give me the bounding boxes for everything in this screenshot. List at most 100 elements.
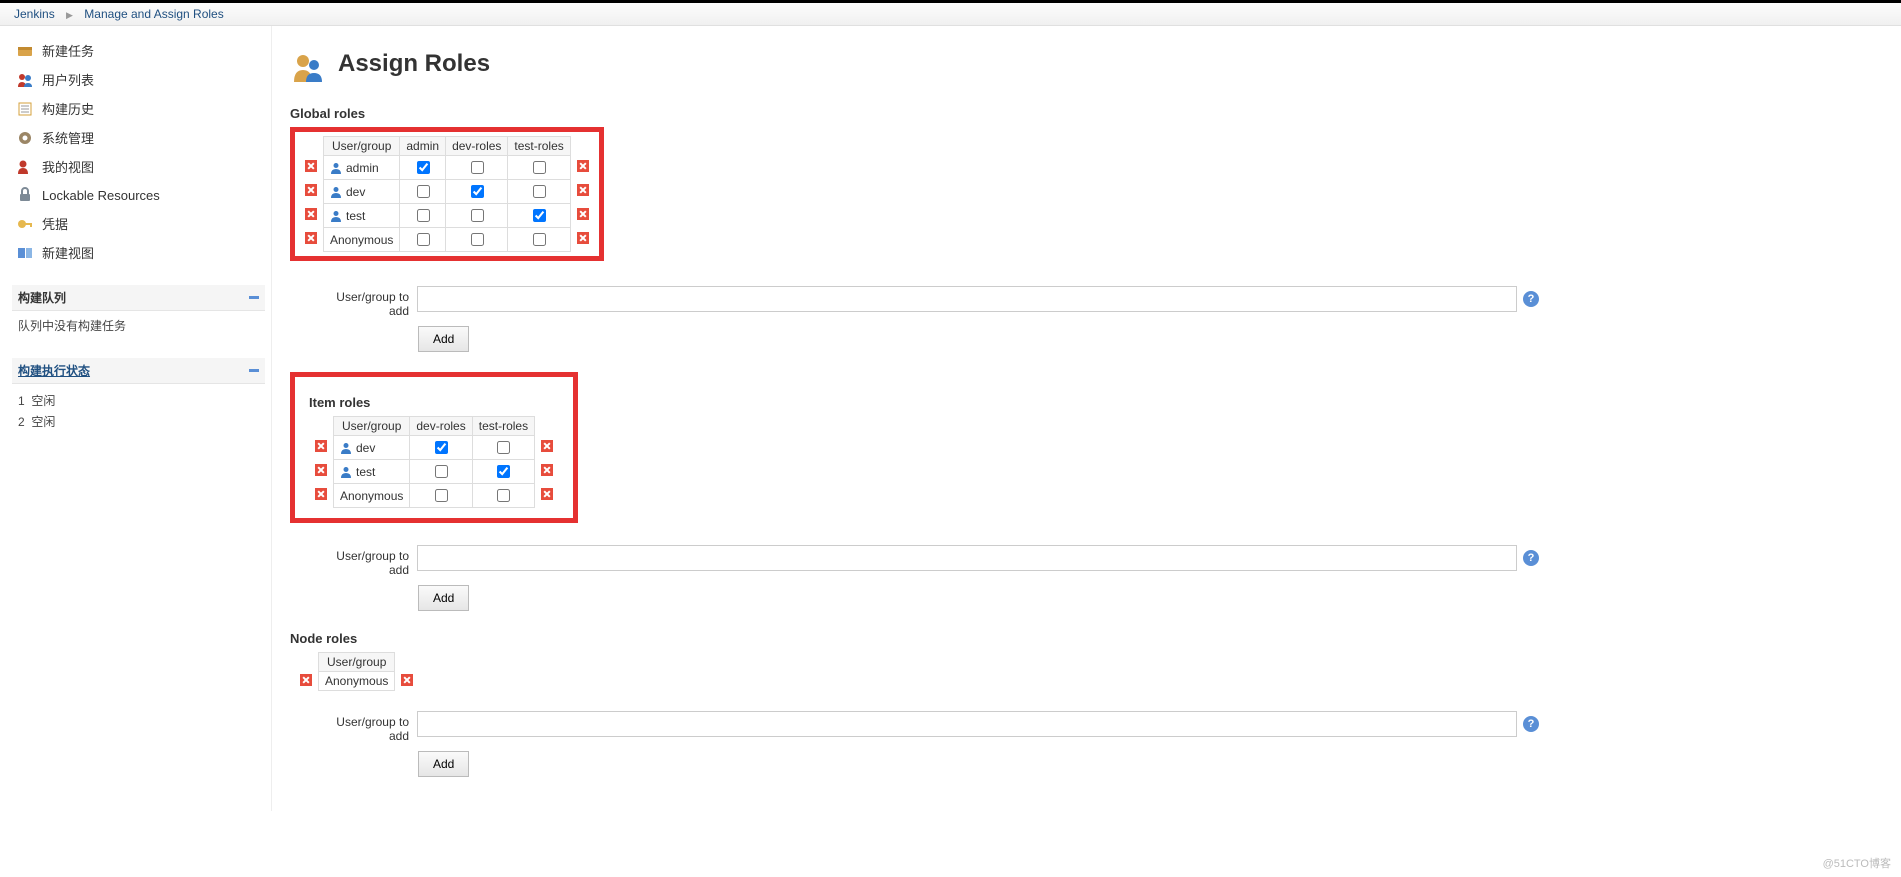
delete-row-icon[interactable] <box>577 160 589 172</box>
delete-row-icon[interactable] <box>315 488 327 500</box>
role-checkbox[interactable] <box>533 161 546 174</box>
executor-row: 2 空闲 <box>18 411 259 432</box>
help-icon[interactable]: ? <box>1523 550 1539 566</box>
executor-status-title[interactable]: 构建执行状态 <box>18 362 90 379</box>
breadcrumbs: Jenkins ▶ Manage and Assign Roles <box>0 3 1901 26</box>
col-role: dev-roles <box>410 417 472 436</box>
user-icon <box>330 162 342 174</box>
item-add-input[interactable] <box>417 545 1517 571</box>
col-role: test-roles <box>472 417 534 436</box>
help-icon[interactable]: ? <box>1523 716 1539 732</box>
table-row: Anonymous <box>299 228 595 252</box>
global-roles-highlight: User/group admin dev-roles test-roles ad… <box>290 127 604 261</box>
breadcrumb-sep: ▶ <box>66 10 73 20</box>
node-roles-table: User/group Anonymous <box>294 652 419 691</box>
node-add-input[interactable] <box>417 711 1517 737</box>
delete-row-icon[interactable] <box>300 674 312 686</box>
col-role: admin <box>400 137 446 156</box>
table-row: dev <box>309 436 559 460</box>
user-icon <box>330 186 342 198</box>
delete-row-icon[interactable] <box>577 232 589 244</box>
col-user-group: User/group <box>324 137 400 156</box>
build-queue-header: 构建队列 <box>12 285 265 311</box>
sidebar-label: 我的视图 <box>42 157 94 176</box>
breadcrumb-jenkins[interactable]: Jenkins <box>14 7 55 21</box>
sidebar-label: 构建历史 <box>42 99 94 118</box>
role-checkbox[interactable] <box>417 161 430 174</box>
role-checkbox[interactable] <box>417 233 430 246</box>
watermark: @51CTO博客 <box>1823 855 1891 871</box>
delete-row-icon[interactable] <box>305 160 317 172</box>
role-checkbox[interactable] <box>471 185 484 198</box>
role-checkbox[interactable] <box>471 161 484 174</box>
delete-row-icon[interactable] <box>401 674 413 686</box>
role-checkbox[interactable] <box>435 465 448 478</box>
role-checkbox[interactable] <box>497 489 510 502</box>
role-checkbox[interactable] <box>435 441 448 454</box>
sidebar-label: 系统管理 <box>42 128 94 147</box>
col-user-group: User/group <box>334 417 410 436</box>
role-checkbox[interactable] <box>533 233 546 246</box>
sidebar-label: 新建任务 <box>42 41 94 60</box>
delete-row-icon[interactable] <box>305 184 317 196</box>
my-views-icon <box>16 158 34 176</box>
delete-row-icon[interactable] <box>577 208 589 220</box>
sidebar-item-new-view[interactable]: 新建视图 <box>12 238 265 267</box>
sidebar-item-build-history[interactable]: 构建历史 <box>12 94 265 123</box>
item-add-button[interactable]: Add <box>418 585 469 611</box>
build-queue-body: 队列中没有构建任务 <box>12 311 265 340</box>
help-icon[interactable]: ? <box>1523 291 1539 307</box>
sidebar: 新建任务 用户列表 构建历史 系统管理 我的视图 <box>0 26 272 811</box>
role-checkbox[interactable] <box>417 209 430 222</box>
sidebar-label: Lockable Resources <box>42 188 160 203</box>
table-row: test <box>309 460 559 484</box>
role-checkbox[interactable] <box>471 233 484 246</box>
collapse-icon[interactable] <box>249 296 259 299</box>
users-icon <box>16 71 34 89</box>
collapse-icon[interactable] <box>249 369 259 372</box>
main-content: Assign Roles Global roles User/group adm… <box>272 26 1901 811</box>
role-checkbox[interactable] <box>533 185 546 198</box>
breadcrumb-manage-roles[interactable]: Manage and Assign Roles <box>84 7 223 21</box>
table-row: admin <box>299 156 595 180</box>
col-user-group: User/group <box>319 653 395 672</box>
sidebar-item-new-job[interactable]: 新建任务 <box>12 36 265 65</box>
delete-row-icon[interactable] <box>305 232 317 244</box>
delete-row-icon[interactable] <box>315 464 327 476</box>
sidebar-item-users[interactable]: 用户列表 <box>12 65 265 94</box>
executor-status-header: 构建执行状态 <box>12 358 265 384</box>
executor-status-body: 1 空闲 2 空闲 <box>12 384 265 438</box>
new-job-icon <box>16 42 34 60</box>
sidebar-item-credentials[interactable]: 凭据 <box>12 209 265 238</box>
delete-row-icon[interactable] <box>577 184 589 196</box>
node-add-button[interactable]: Add <box>418 751 469 777</box>
role-checkbox[interactable] <box>417 185 430 198</box>
delete-row-icon[interactable] <box>541 464 553 476</box>
delete-row-icon[interactable] <box>541 440 553 452</box>
delete-row-icon[interactable] <box>305 208 317 220</box>
node-roles-title: Node roles <box>290 631 1883 646</box>
table-row: Anonymous <box>294 672 419 691</box>
item-roles-title: Item roles <box>309 395 559 410</box>
role-checkbox[interactable] <box>533 209 546 222</box>
sidebar-item-manage[interactable]: 系统管理 <box>12 123 265 152</box>
user-icon <box>340 466 352 478</box>
new-view-icon <box>16 244 34 262</box>
role-checkbox[interactable] <box>435 489 448 502</box>
sidebar-item-lockable[interactable]: Lockable Resources <box>12 181 265 209</box>
col-role: dev-roles <box>446 137 508 156</box>
assign-roles-icon <box>290 50 326 89</box>
role-checkbox[interactable] <box>497 441 510 454</box>
role-checkbox[interactable] <box>471 209 484 222</box>
role-checkbox[interactable] <box>497 465 510 478</box>
delete-row-icon[interactable] <box>315 440 327 452</box>
global-add-button[interactable]: Add <box>418 326 469 352</box>
sidebar-label: 新建视图 <box>42 243 94 262</box>
global-roles-title: Global roles <box>290 106 1883 121</box>
table-row: Anonymous <box>309 484 559 508</box>
col-role: test-roles <box>508 137 570 156</box>
delete-row-icon[interactable] <box>541 488 553 500</box>
global-add-input[interactable] <box>417 286 1517 312</box>
sidebar-item-my-views[interactable]: 我的视图 <box>12 152 265 181</box>
sidebar-label: 凭据 <box>42 214 68 233</box>
